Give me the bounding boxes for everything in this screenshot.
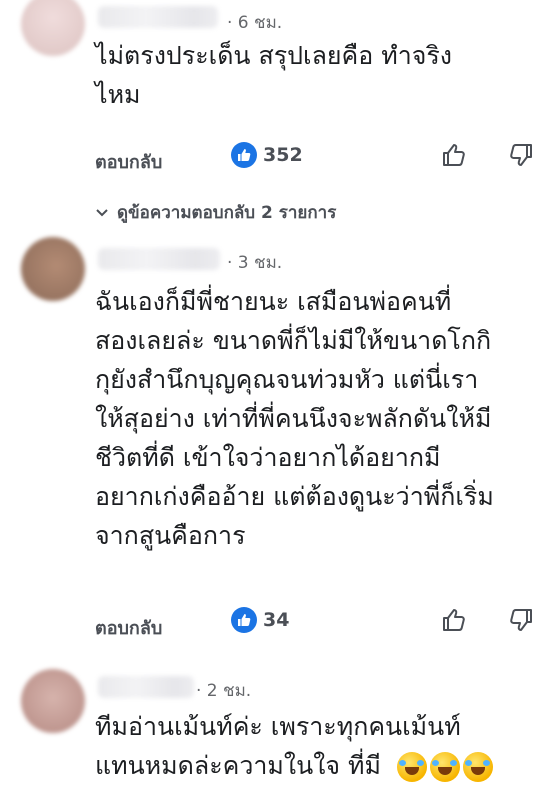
face-with-tears-of-joy-icon — [429, 752, 460, 782]
author-name-blurred[interactable] — [98, 6, 218, 28]
like-summary[interactable]: 352 — [231, 142, 303, 168]
reply-button[interactable]: ตอบกลับ — [95, 147, 162, 176]
avatar[interactable] — [21, 669, 85, 733]
face-with-tears-of-joy-icon — [462, 752, 493, 782]
comment-text: ฉันเองก็มีพี่ชายนะ เสมือนพ่อคนที่ สองเลย… — [95, 287, 494, 550]
comment-text: ไม่ตรงประเด็น สรุปเลยคือ ทำจริง ไหม — [95, 41, 453, 109]
author-name-blurred[interactable] — [98, 676, 194, 698]
reply-button[interactable]: ตอบกลับ — [95, 613, 162, 642]
comment-time: · 3 ชม. — [227, 253, 283, 273]
chevron-down-icon — [95, 203, 109, 223]
like-icon — [231, 142, 257, 168]
comment-time: · 6 ชม. — [227, 13, 283, 33]
view-replies-label: ดูข้อความตอบกลับ 2 รายการ — [117, 203, 337, 223]
thumbs-up-icon[interactable] — [440, 606, 468, 634]
thumbs-up-icon[interactable] — [440, 141, 468, 169]
comment-text: ทีมอ่านเม้นท์ค่ะ เพราะทุกคนเม้นท์ แทนหมด… — [95, 707, 550, 785]
like-count: 352 — [263, 144, 303, 166]
view-replies-button[interactable]: ดูข้อความตอบกลับ 2 รายการ — [95, 199, 336, 226]
emoji-group — [396, 752, 493, 782]
thumbs-down-icon[interactable] — [507, 141, 535, 169]
like-icon — [231, 607, 257, 633]
author-name-blurred[interactable] — [98, 248, 220, 270]
comment-time: · 2 ชม. — [196, 681, 252, 701]
like-summary[interactable]: 34 — [231, 607, 289, 633]
thumbs-down-icon[interactable] — [507, 606, 535, 634]
avatar[interactable] — [21, 237, 85, 301]
like-count: 34 — [263, 609, 290, 631]
face-with-tears-of-joy-icon — [396, 752, 427, 782]
avatar[interactable] — [21, 0, 85, 56]
